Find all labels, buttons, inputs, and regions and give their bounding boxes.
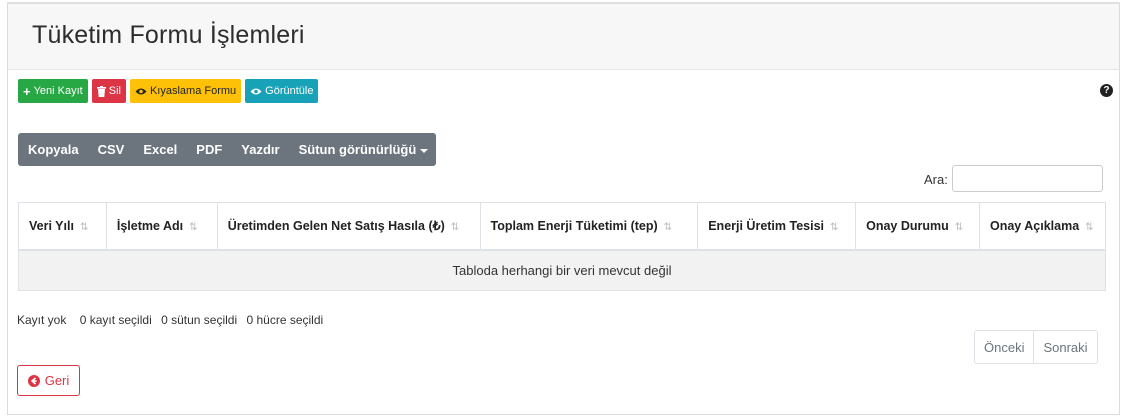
column-header[interactable]: Onay Açıklama ⇅: [978, 202, 1107, 251]
search-input[interactable]: [952, 165, 1103, 192]
column-header[interactable]: İşletme Adı ⇅: [105, 202, 218, 251]
selected-columns-info: 0 sütun seçildi: [161, 313, 238, 327]
previous-page-button[interactable]: Önceki: [974, 330, 1035, 364]
selected-cells-info: 0 hücre seçildi: [246, 313, 324, 327]
arrow-circle-left-icon: [27, 374, 40, 387]
eye-icon: [135, 88, 147, 94]
table-header-row: Veri Yılı ⇅ İşletme Adı ⇅ Üretimden Gelen …: [18, 202, 1107, 251]
compare-form-label: Kıyaslama Formu: [149, 85, 237, 97]
table-info: Kayıt yok 0 kayıt seçildi 0 sütun seçild…: [17, 313, 329, 327]
column-header[interactable]: Veri Yılı ⇅: [18, 202, 107, 251]
search-label: Ara:: [924, 172, 948, 187]
table-row: Tabloda herhangi bir veri mevcut değil: [18, 249, 1106, 291]
record-count: Kayıt yok: [17, 313, 67, 327]
delete-label: Sil: [108, 85, 121, 97]
view-button[interactable]: Görüntüle: [245, 79, 319, 103]
column-visibility-label: Sütun görünürlüğü: [298, 142, 417, 157]
caret-down-icon: [420, 148, 429, 153]
copy-button[interactable]: Kopyala: [28, 142, 79, 157]
print-button[interactable]: Yazdır: [241, 142, 279, 157]
sort-icon: ⇅: [830, 221, 839, 233]
sort-icon: ⇅: [1085, 221, 1094, 233]
column-header[interactable]: Toplam Enerji Tüketimi (tep) ⇅: [479, 202, 699, 251]
csv-button[interactable]: CSV: [98, 142, 125, 157]
trash-icon: [96, 85, 106, 97]
page-title: Tüketim Formu İşlemleri: [32, 21, 305, 49]
back-label: Geri: [44, 373, 70, 388]
compare-form-button[interactable]: Kıyaslama Formu: [129, 79, 242, 103]
column-visibility-button[interactable]: Sütun görünürlüğü: [299, 142, 429, 157]
export-button-group: Kopyala CSV Excel PDF Yazdır Sütun görün…: [18, 133, 437, 166]
plus-icon: +: [23, 83, 31, 99]
data-table: Veri Yılı ⇅ İşletme Adı ⇅ Üretimden Gelen …: [18, 202, 1107, 291]
eye-icon: [250, 88, 262, 94]
view-label: Görüntüle: [265, 85, 314, 97]
column-header[interactable]: Onay Durumu ⇅: [855, 202, 980, 251]
next-page-button[interactable]: Sonraki: [1034, 330, 1098, 364]
sort-icon: ⇅: [189, 221, 198, 233]
selected-rows-info: 0 kayıt seçildi: [79, 313, 152, 327]
empty-table-message: Tabloda herhangi bir veri mevcut değil: [18, 249, 1106, 291]
new-record-button[interactable]: + Yeni Kayıt: [18, 79, 88, 103]
sort-icon: ⇅: [450, 222, 460, 234]
sort-icon: ⇅: [79, 221, 89, 233]
column-header[interactable]: Enerji Üretim Tesisi ⇅: [697, 202, 857, 251]
excel-button[interactable]: Excel: [143, 142, 177, 157]
pdf-button[interactable]: PDF: [196, 142, 222, 157]
sort-icon: ⇅: [954, 221, 964, 233]
new-record-label: Yeni Kayıt: [33, 85, 83, 97]
back-button[interactable]: Geri: [17, 365, 80, 396]
question-circle-icon[interactable]: ?: [1100, 84, 1113, 97]
card-header: Tüketim Formu İşlemleri: [8, 4, 1119, 70]
column-header[interactable]: Üretimden Gelen Net Satış Hasıla (₺) ⇅: [216, 202, 481, 251]
action-toolbar: + Yeni Kayıt Sil Kıyaslama Formu Görüntü…: [18, 79, 319, 103]
delete-button[interactable]: Sil: [91, 79, 126, 103]
sort-icon: ⇅: [663, 221, 673, 233]
pagination: Önceki Sonraki: [974, 330, 1098, 364]
